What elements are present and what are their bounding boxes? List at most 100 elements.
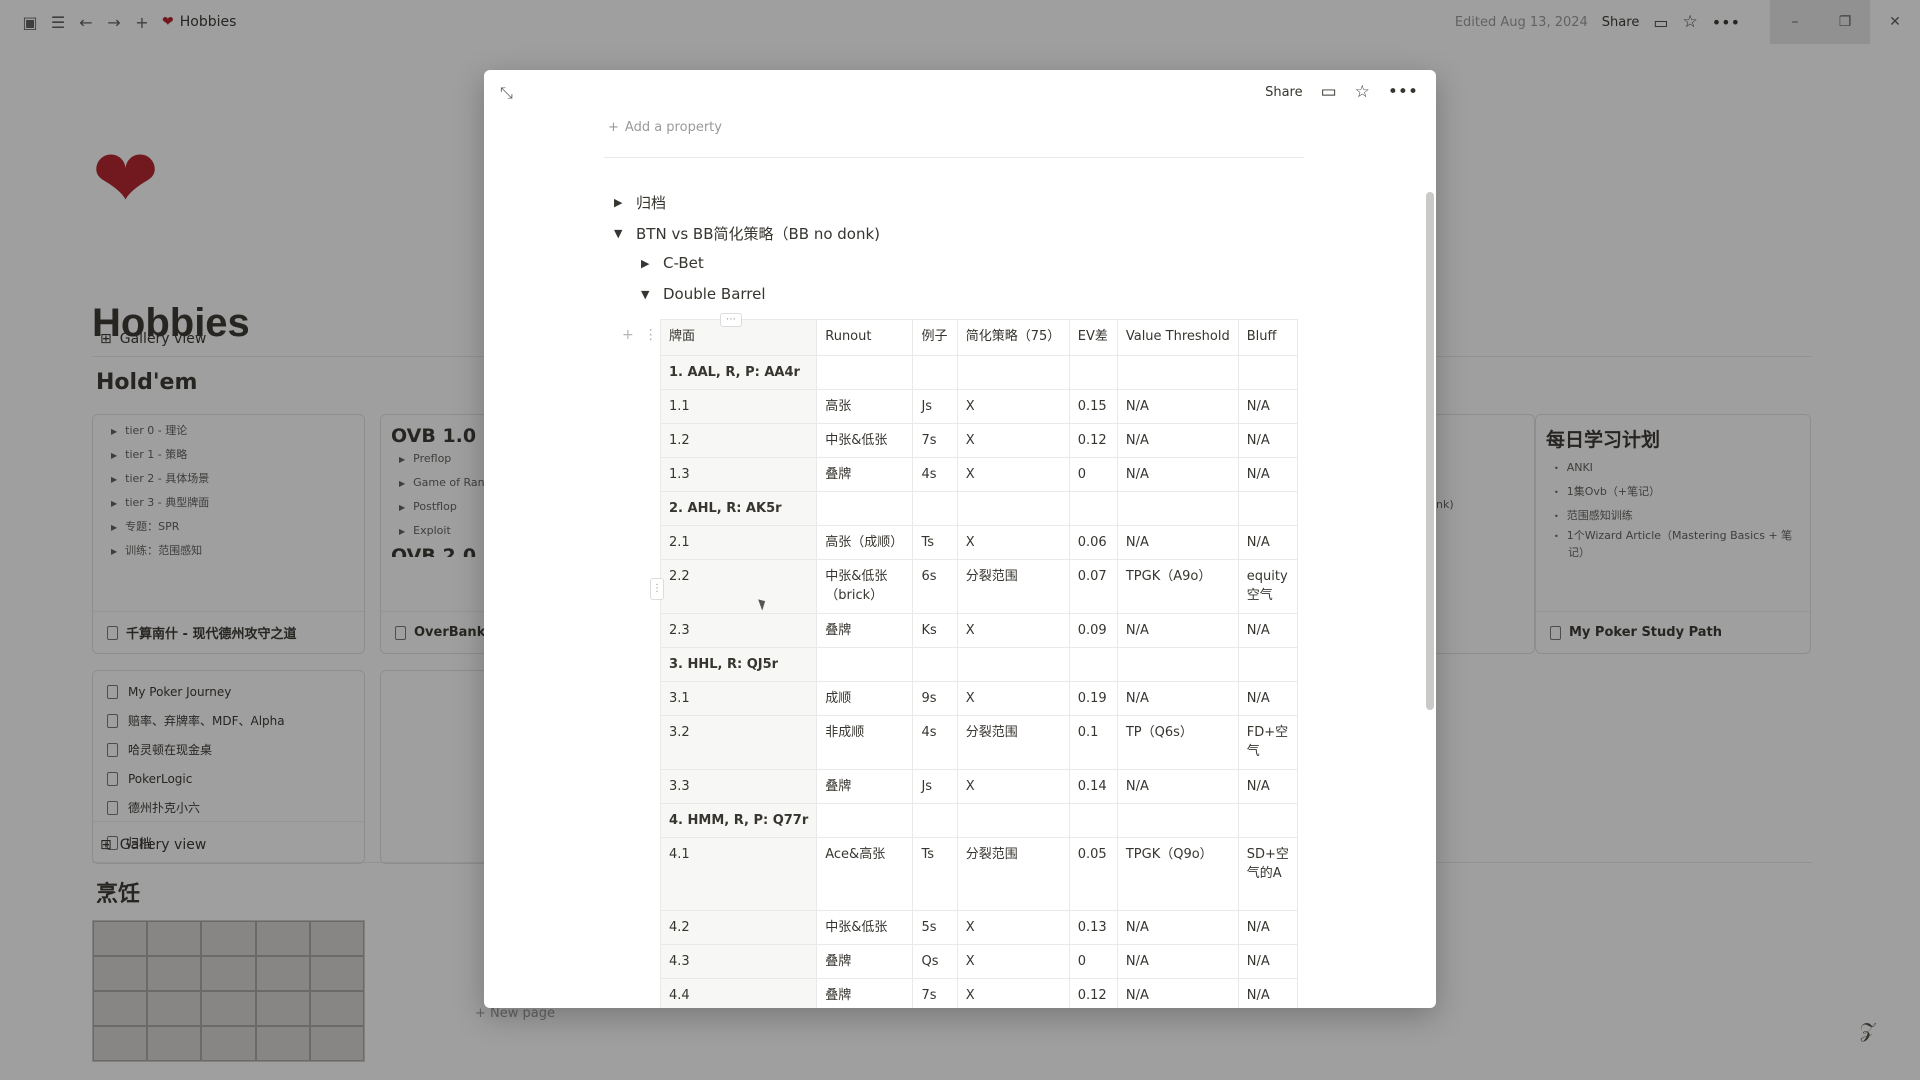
table-cell[interactable] <box>816 647 914 682</box>
table-cell[interactable]: N/A <box>1116 944 1239 979</box>
table-cell[interactable]: Ts <box>912 837 958 911</box>
table-cell[interactable]: N/A <box>1237 681 1298 716</box>
table-cell[interactable]: N/A <box>1237 423 1298 458</box>
table-cell[interactable]: 3.2 <box>660 715 818 770</box>
table-cell[interactable]: N/A <box>1116 769 1239 804</box>
comment-icon[interactable]: ▭ <box>1321 82 1337 102</box>
table-cell[interactable]: 0.07 <box>1068 559 1118 614</box>
table-cell[interactable]: 中张&低张 <box>816 910 914 945</box>
table-cell[interactable]: 分裂范围 <box>956 837 1070 911</box>
toggle-cbet[interactable]: ▶ C-Bet <box>641 254 704 272</box>
table-cell[interactable]: 0.09 <box>1068 613 1118 648</box>
table-cell[interactable]: TP（Q6s） <box>1116 715 1239 770</box>
table-cell[interactable]: 0.12 <box>1068 423 1118 458</box>
table-cell[interactable]: Qs <box>912 944 958 979</box>
table-row[interactable]: 4. HMM, R, P: Q77r <box>660 803 1298 838</box>
table-cell[interactable]: Js <box>912 389 958 424</box>
toggle-double-barrel[interactable]: ▼ Double Barrel <box>641 285 766 303</box>
table-cell[interactable]: N/A <box>1237 525 1298 560</box>
table-cell[interactable]: 4.4 <box>660 978 818 1008</box>
table-row[interactable]: 2.1 高张（成顺） Ts X 0.06 N/A N/A <box>660 525 1298 560</box>
row-drag-handle[interactable]: ⋮ <box>650 578 664 600</box>
table-cell[interactable]: 分裂范围 <box>956 559 1070 614</box>
column-header[interactable]: EV差 <box>1068 319 1118 356</box>
table-cell[interactable] <box>816 491 914 526</box>
table-cell[interactable]: N/A <box>1237 457 1298 492</box>
table-cell[interactable]: 3.1 <box>660 681 818 716</box>
table-cell[interactable] <box>956 647 1070 682</box>
table-cell[interactable]: 成顺 <box>816 681 914 716</box>
table-row[interactable]: 3. HHL, R: QJ5r <box>660 647 1298 682</box>
table-cell[interactable] <box>912 355 958 390</box>
table-cell[interactable] <box>1116 803 1239 838</box>
table-cell[interactable]: 3. HHL, R: QJ5r <box>660 647 818 682</box>
table-cell[interactable]: 0.05 <box>1068 837 1118 911</box>
table-cell[interactable] <box>956 491 1070 526</box>
table-cell[interactable]: 叠牌 <box>816 457 914 492</box>
column-drag-handle[interactable]: ⋯ <box>720 313 742 327</box>
column-header[interactable]: Value Threshold <box>1116 319 1239 356</box>
table-cell[interactable]: X <box>956 681 1070 716</box>
table-cell[interactable]: 2.2 <box>660 559 818 614</box>
table-row[interactable]: 3.1 成顺 9s X 0.19 N/A N/A <box>660 681 1298 716</box>
table-cell[interactable]: N/A <box>1116 613 1239 648</box>
table-row[interactable]: 1.1 高张 Js X 0.15 N/A N/A <box>660 389 1298 424</box>
table-cell[interactable]: 4.2 <box>660 910 818 945</box>
table-cell[interactable] <box>1237 491 1298 526</box>
table-row[interactable]: 1. AAL, R, P: AA4r <box>660 355 1298 390</box>
table-cell[interactable]: N/A <box>1116 389 1239 424</box>
add-block-plus-icon[interactable]: + <box>622 327 634 343</box>
table-cell[interactable]: TPGK（A9o） <box>1116 559 1239 614</box>
table-cell[interactable]: 2.3 <box>660 613 818 648</box>
table-cell[interactable] <box>912 647 958 682</box>
table-cell[interactable]: 9s <box>912 681 958 716</box>
table-cell[interactable]: N/A <box>1237 978 1298 1008</box>
table-cell[interactable]: Ts <box>912 525 958 560</box>
column-header[interactable]: Bluff <box>1237 319 1298 356</box>
table-cell[interactable]: 1.3 <box>660 457 818 492</box>
table-cell[interactable]: 7s <box>912 423 958 458</box>
table-row[interactable]: 4.2 中张&低张 5s X 0.13 N/A N/A <box>660 910 1298 945</box>
table-cell[interactable]: 2.1 <box>660 525 818 560</box>
table-cell[interactable]: N/A <box>1237 910 1298 945</box>
table-cell[interactable] <box>1068 355 1118 390</box>
table-cell[interactable]: X <box>956 910 1070 945</box>
table-cell[interactable]: 4s <box>912 457 958 492</box>
table-cell[interactable]: 0 <box>1068 944 1118 979</box>
table-cell[interactable]: Ks <box>912 613 958 648</box>
table-cell[interactable] <box>1237 355 1298 390</box>
modal-scrollbar[interactable] <box>1426 192 1434 710</box>
table-cell[interactable]: N/A <box>1116 681 1239 716</box>
table-cell[interactable] <box>1237 803 1298 838</box>
table-row[interactable]: 1.2 中张&低张 7s X 0.12 N/A N/A <box>660 423 1298 458</box>
table-cell[interactable]: 0.13 <box>1068 910 1118 945</box>
table-cell[interactable]: X <box>956 978 1070 1008</box>
table-cell[interactable]: 1. AAL, R, P: AA4r <box>660 355 818 390</box>
table-cell[interactable]: 0.1 <box>1068 715 1118 770</box>
more-options-icon[interactable]: ••• <box>1388 82 1418 102</box>
table-cell[interactable] <box>912 803 958 838</box>
table-cell[interactable]: X <box>956 389 1070 424</box>
toggle-expanded-icon[interactable]: ▼ <box>614 227 626 240</box>
table-cell[interactable]: 分裂范围 <box>956 715 1070 770</box>
table-cell[interactable] <box>1068 491 1118 526</box>
add-property-button[interactable]: + Add a property <box>608 120 722 135</box>
table-cell[interactable]: Ace&高张 <box>816 837 914 911</box>
table-row[interactable]: 4.1 Ace&高张 Ts 分裂范围 0.05 TPGK（Q9o） SD+空气的A <box>660 837 1298 911</box>
modal-share-button[interactable]: Share <box>1265 85 1303 100</box>
table-cell[interactable]: 2. AHL, R: AK5r <box>660 491 818 526</box>
table-row[interactable]: 3.3 叠牌 Js X 0.14 N/A N/A <box>660 769 1298 804</box>
table-row[interactable]: 1.3 叠牌 4s X 0 N/A N/A <box>660 457 1298 492</box>
table-cell[interactable] <box>956 803 1070 838</box>
table-cell[interactable]: 6s <box>912 559 958 614</box>
table-cell[interactable]: 0.14 <box>1068 769 1118 804</box>
table-cell[interactable]: 非成顺 <box>816 715 914 770</box>
table-cell[interactable]: Js <box>912 769 958 804</box>
table-cell[interactable] <box>1237 647 1298 682</box>
table-cell[interactable]: N/A <box>1116 910 1239 945</box>
column-header[interactable]: 简化策略（75） <box>956 319 1070 356</box>
table-cell[interactable]: FD+空气 <box>1237 715 1298 770</box>
table-cell[interactable]: 叠牌 <box>816 613 914 648</box>
table-cell[interactable]: 叠牌 <box>816 944 914 979</box>
table-row[interactable]: 2. AHL, R: AK5r <box>660 491 1298 526</box>
